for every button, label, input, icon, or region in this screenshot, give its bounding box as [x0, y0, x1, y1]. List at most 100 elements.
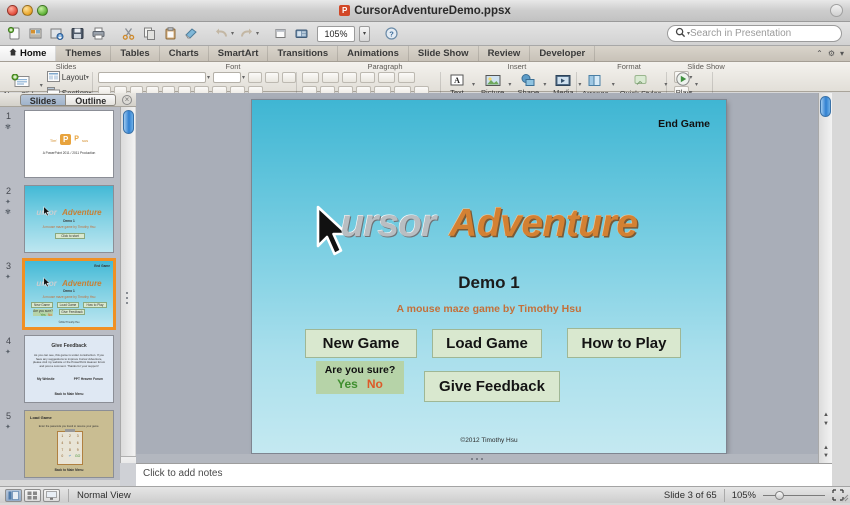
- next-slide-icon[interactable]: ▼: [823, 453, 829, 459]
- new-slide-icon[interactable]: [271, 25, 289, 43]
- notes-pane[interactable]: Click to add notes: [136, 463, 832, 486]
- toolbar-toggle-button[interactable]: [830, 4, 843, 17]
- panel-tab-outline[interactable]: Outline: [66, 93, 117, 106]
- search-field[interactable]: ▾: [667, 25, 842, 42]
- toolbar-zoom-stepper[interactable]: ▾: [359, 25, 371, 42]
- normal-view-button[interactable]: [5, 488, 22, 502]
- play-caret-icon[interactable]: ▾: [695, 81, 698, 88]
- tab-transitions[interactable]: Transitions: [268, 46, 339, 61]
- slide-thumbnail-3-selected[interactable]: End Game ursor Adventure Demo 1 A mouse …: [22, 258, 116, 330]
- new-document-icon[interactable]: [5, 25, 23, 43]
- list-item[interactable]: 4 ✦ Give Feedback As you can see, this g…: [0, 332, 120, 407]
- stage-scroll-arrows[interactable]: ▲ ▼: [819, 412, 833, 427]
- how-to-play-button[interactable]: How to Play: [567, 328, 681, 358]
- tab-home[interactable]: Home: [0, 46, 57, 61]
- tab-slide-show[interactable]: Slide Show: [409, 46, 479, 61]
- decrease-indent-button[interactable]: [342, 72, 357, 83]
- stage-scroll-thumb[interactable]: [820, 96, 831, 117]
- zoom-slider-knob[interactable]: [775, 490, 784, 500]
- columns-button[interactable]: [398, 72, 415, 83]
- tab-animations[interactable]: Animations: [338, 46, 409, 61]
- slide-thumbnail-2[interactable]: ursor Adventure Demo 1 A mouse maze game…: [24, 185, 114, 253]
- insert-picture-caret-icon[interactable]: ▾: [508, 81, 511, 88]
- list-item[interactable]: 2 ✦ ✾ ursor Adventure Demo 1 A mouse maz…: [0, 182, 120, 257]
- print-icon[interactable]: [89, 25, 107, 43]
- confirm-dialog[interactable]: Are you sure? Yes No: [316, 361, 404, 394]
- tab-developer[interactable]: Developer: [530, 46, 596, 61]
- layout-button[interactable]: Layout ▾: [46, 71, 92, 84]
- slides-panel-scroll-thumb[interactable]: [123, 110, 134, 134]
- ribbon-settings-caret-icon[interactable]: ▾: [840, 49, 844, 58]
- save-as-icon[interactable]: [47, 25, 65, 43]
- help-icon[interactable]: ?: [382, 25, 400, 43]
- end-game-button[interactable]: End Game: [658, 118, 710, 130]
- layout-caret-icon[interactable]: ▾: [86, 74, 89, 81]
- slide-thumbnail-4[interactable]: Give Feedback As you can see, this game …: [24, 335, 114, 403]
- slide-sorter-view-button[interactable]: [24, 488, 41, 502]
- undo-dropdown-caret[interactable]: ▾: [231, 30, 234, 37]
- panel-tab-slides[interactable]: Slides: [19, 93, 67, 106]
- presenter-view-button[interactable]: [43, 488, 60, 502]
- save-icon[interactable]: [68, 25, 86, 43]
- slide-editing-stage[interactable]: End Game ursor Adventure Demo 1 A mouse m…: [136, 93, 832, 463]
- tab-tables[interactable]: Tables: [111, 46, 160, 61]
- increase-font-size-button[interactable]: [248, 72, 263, 83]
- arrange-caret-icon[interactable]: ▾: [612, 81, 615, 88]
- panel-splitter-dots[interactable]: [126, 292, 128, 304]
- slides-panel-scrollbar[interactable]: ▲ ▼: [120, 107, 136, 480]
- line-spacing-button[interactable]: [378, 72, 395, 83]
- font-family-caret-icon[interactable]: ▾: [207, 74, 210, 81]
- bulleted-list-button[interactable]: [302, 72, 319, 83]
- copy-icon[interactable]: [140, 25, 158, 43]
- tab-charts[interactable]: Charts: [160, 46, 209, 61]
- clear-formatting-button[interactable]: [282, 72, 297, 83]
- toolbar-zoom-value[interactable]: 105%: [317, 25, 356, 42]
- paste-icon[interactable]: [161, 25, 179, 43]
- zoom-slider[interactable]: [763, 490, 825, 500]
- tab-themes[interactable]: Themes: [56, 46, 112, 61]
- redo-dropdown-caret[interactable]: ▾: [256, 30, 259, 37]
- font-size-caret-icon[interactable]: ▾: [242, 74, 245, 81]
- slides-thumbnail-panel[interactable]: 1 ✾ Tim' P P sus A PowerPoint 2011 / 201…: [0, 107, 120, 480]
- previous-next-slide-buttons[interactable]: ▲ ▼: [819, 445, 833, 459]
- tab-review[interactable]: Review: [479, 46, 531, 61]
- ribbon-settings-gear-icon[interactable]: ⚙: [828, 49, 835, 58]
- search-input[interactable]: [690, 28, 834, 39]
- insert-shape-caret-icon[interactable]: ▾: [543, 81, 546, 88]
- resize-grip-icon[interactable]: [838, 491, 849, 502]
- font-family-input[interactable]: [98, 72, 206, 83]
- list-item[interactable]: 5 ✦ Load Game Enter the passcode you fou…: [0, 407, 120, 480]
- scroll-down-arrow-icon[interactable]: ▼: [823, 421, 829, 427]
- new-game-button[interactable]: New Game: [305, 329, 417, 358]
- stage-vertical-scrollbar[interactable]: ▲ ▼ ▲ ▼: [818, 93, 832, 463]
- redo-icon[interactable]: [237, 25, 255, 43]
- increase-indent-button[interactable]: [360, 72, 375, 83]
- insert-media-caret-icon[interactable]: ▾: [578, 81, 581, 88]
- font-size-input[interactable]: [213, 72, 242, 83]
- quick-styles-caret-icon[interactable]: ▾: [664, 81, 667, 88]
- new-slide-caret-icon[interactable]: ▾: [40, 82, 43, 89]
- numbered-list-button[interactable]: [322, 72, 339, 83]
- confirm-no-button[interactable]: No: [367, 377, 383, 391]
- slide-thumbnail-1[interactable]: Tim' P P sus A PowerPoint 2011 / 2011 Pr…: [24, 110, 114, 178]
- notes-splitter[interactable]: [136, 454, 818, 463]
- slide-thumbnail-5[interactable]: Load Game Enter the passcode you found t…: [24, 410, 114, 478]
- format-painter-icon[interactable]: [182, 25, 200, 43]
- current-slide[interactable]: End Game ursor Adventure Demo 1 A mouse m…: [252, 100, 726, 453]
- undo-icon[interactable]: [212, 25, 230, 43]
- list-item[interactable]: 3 ✦ End Game ursor Adventure Demo 1 A mo…: [0, 257, 120, 332]
- decrease-font-size-button[interactable]: [265, 72, 280, 83]
- close-panel-icon[interactable]: ×: [122, 94, 132, 105]
- load-game-button[interactable]: Load Game: [432, 329, 542, 358]
- give-feedback-button[interactable]: Give Feedback: [424, 371, 560, 402]
- scroll-up-arrow-icon[interactable]: ▲: [823, 412, 829, 418]
- list-item[interactable]: 1 ✾ Tim' P P sus A PowerPoint 2011 / 201…: [0, 107, 120, 182]
- insert-text-caret-icon[interactable]: ▾: [472, 81, 475, 88]
- confirm-yes-button[interactable]: Yes: [337, 377, 358, 391]
- tab-smartart[interactable]: SmartArt: [209, 46, 269, 61]
- cut-icon[interactable]: [119, 25, 137, 43]
- media-browser-icon[interactable]: [292, 25, 310, 43]
- previous-slide-icon[interactable]: ▲: [823, 445, 829, 451]
- collapse-ribbon-icon[interactable]: ⌃: [816, 49, 823, 58]
- open-folder-icon[interactable]: [26, 25, 44, 43]
